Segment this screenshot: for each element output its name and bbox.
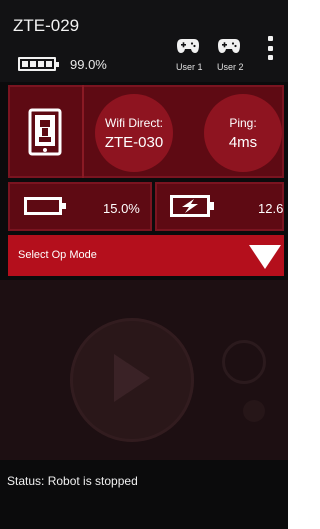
battery-icon (24, 197, 66, 215)
gamepad-user1-label: User 1 (176, 62, 203, 72)
status-area (0, 460, 288, 529)
gamepad-icon (177, 39, 199, 53)
device-name: ZTE-029 (13, 16, 80, 35)
wifi-direct-label: Wifi Direct: (105, 115, 163, 130)
op-mode-label: Select Op Mode (18, 249, 97, 261)
charging-battery-icon (170, 195, 214, 217)
robot-phone-icon (28, 108, 62, 156)
stop-dot-icon (243, 400, 265, 422)
play-icon (114, 354, 150, 402)
ping-value: 4ms (228, 133, 258, 151)
wifi-direct-value: ZTE-030 (104, 133, 164, 151)
robot-voltage-value: 12.6 (258, 201, 284, 216)
timer-ring-icon (222, 340, 266, 384)
status-text: Status: Robot is stopped (7, 474, 138, 488)
robot-battery-value: 15.0% (103, 201, 140, 216)
wifi-direct-indicator: Wifi Direct: ZTE-030 (95, 94, 173, 172)
dropdown-arrow-icon[interactable] (248, 244, 282, 270)
driver-station-screen: ZTE-029 99.0% User 1 User 2 Wifi Direct:… (0, 0, 288, 529)
gamepad-user2-label: User 2 (217, 62, 244, 72)
more-options-icon[interactable] (268, 36, 274, 60)
phone-battery-percent: 99.0% (70, 57, 107, 72)
phone-battery-icon (18, 57, 59, 71)
ping-label: Ping: (229, 115, 257, 130)
ping-indicator: Ping: 4ms (204, 94, 282, 172)
gamepad-icon (218, 39, 240, 53)
